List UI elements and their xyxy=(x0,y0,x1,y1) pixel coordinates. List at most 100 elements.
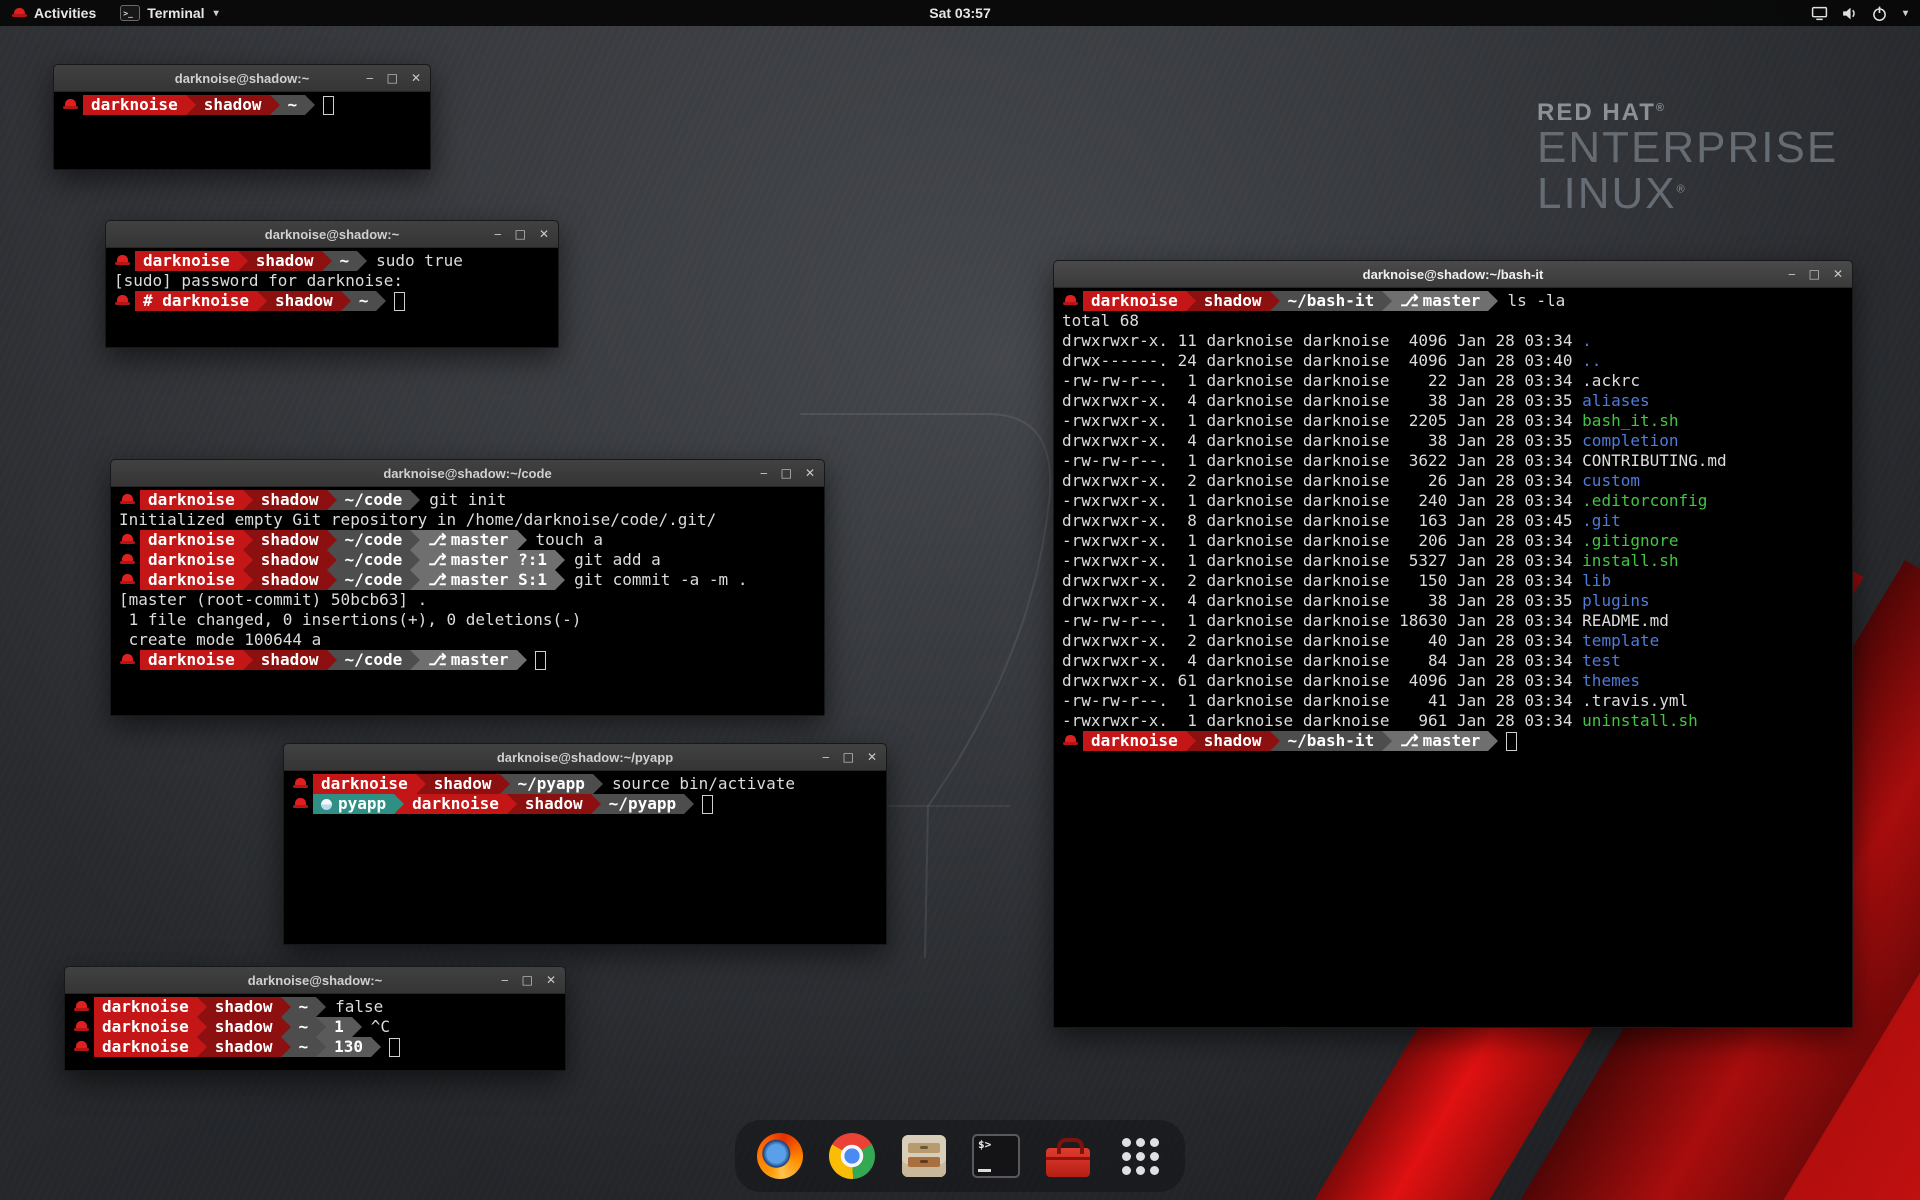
terminal-line: -rw-rw-r--. 1 darknoise darknoise 22 Jan… xyxy=(1062,371,1844,391)
terminal-line: -rw-rw-r--. 1 darknoise darknoise 3622 J… xyxy=(1062,451,1844,471)
close-button[interactable]: ✕ xyxy=(867,751,877,763)
executable-name: .editorconfig xyxy=(1582,491,1707,511)
terminal-window-exit-codes[interactable]: darknoise@shadow:~ ‒ □ ✕ darknoise shadow… xyxy=(64,966,566,1071)
clock[interactable]: Sat 03:57 xyxy=(929,0,990,26)
terminal-text xyxy=(376,291,386,311)
powerline-separator-icon xyxy=(1488,291,1498,311)
maximize-button[interactable]: □ xyxy=(843,751,854,763)
terminal-text xyxy=(1488,731,1498,751)
display-icon[interactable] xyxy=(1811,5,1828,22)
powerline-separator-icon xyxy=(316,1017,326,1037)
minimize-button[interactable]: ‒ xyxy=(494,228,502,240)
dock-item-firefox[interactable] xyxy=(753,1129,807,1183)
maximize-button[interactable]: □ xyxy=(387,72,398,84)
minimize-button[interactable]: ‒ xyxy=(501,974,509,986)
chevron-down-icon[interactable]: ▾ xyxy=(1903,8,1908,19)
window-titlebar[interactable]: darknoise@shadow:~ ‒ □ ✕ xyxy=(65,967,565,994)
git-branch-icon: ⎇ xyxy=(428,530,446,550)
maximize-button[interactable]: □ xyxy=(522,974,533,986)
command-text: git init xyxy=(429,490,506,510)
window-titlebar[interactable]: darknoise@shadow:~/bash-it ‒ □ ✕ xyxy=(1054,261,1852,288)
prompt-path-segment: ~/pyapp xyxy=(601,794,684,814)
prompt-user-segment: darknoise xyxy=(1083,291,1186,311)
directory-name: themes xyxy=(1582,671,1640,691)
dock-item-toolbox[interactable] xyxy=(1041,1129,1095,1183)
prompt-user-segment: darknoise xyxy=(140,570,243,590)
terminal-body[interactable]: darknoiseshadow~falsedarknoiseshadow~1^C… xyxy=(65,994,565,1070)
output-text: drwxrwxr-x. 2 darknoise darknoise 150 Ja… xyxy=(1062,571,1582,591)
prompt-path-segment: ~/bash-it xyxy=(1280,291,1383,311)
prompt-host-segment: shadow xyxy=(207,1017,281,1037)
window-titlebar[interactable]: darknoise@shadow:~ ‒ □ ✕ xyxy=(54,65,430,92)
minimize-button[interactable]: ‒ xyxy=(366,72,374,84)
terminal-text xyxy=(327,530,337,550)
terminal-text xyxy=(305,95,315,115)
powerline-separator-icon xyxy=(1382,731,1392,751)
terminal-text xyxy=(281,997,291,1017)
terminal-text xyxy=(243,570,253,590)
close-button[interactable]: ✕ xyxy=(1833,268,1843,280)
command-text: source bin/activate xyxy=(612,774,795,794)
terminal-body[interactable]: darknoiseshadow~/pyappsource bin/activat… xyxy=(284,771,886,944)
dock-item-terminal[interactable]: $> xyxy=(969,1129,1023,1183)
powerline-separator-icon xyxy=(238,251,248,271)
prompt-git-segment: ⎇master xyxy=(1392,291,1488,311)
terminal-line: drwxrwxr-x. 4 darknoise darknoise 38 Jan… xyxy=(1062,391,1844,411)
close-button[interactable]: ✕ xyxy=(546,974,556,986)
prompt-host-segment: shadow xyxy=(207,997,281,1017)
redhat-prompt-icon xyxy=(1063,734,1078,748)
activities-label: Activities xyxy=(34,5,96,21)
window-titlebar[interactable]: darknoise@shadow:~ ‒ □ ✕ xyxy=(106,221,558,248)
terminal-text xyxy=(507,794,517,814)
terminal-body[interactable]: darknoiseshadow~/codegit initInitialized… xyxy=(111,487,824,715)
terminal-line: drwxrwxr-x. 61 darknoise darknoise 4096 … xyxy=(1062,671,1844,691)
toolbox-icon xyxy=(1046,1148,1090,1177)
close-button[interactable]: ✕ xyxy=(539,228,549,240)
minimize-button[interactable]: ‒ xyxy=(760,467,768,479)
redhat-prompt-icon xyxy=(115,294,130,308)
maximize-button[interactable]: □ xyxy=(515,228,526,240)
chevron-down-icon: ▾ xyxy=(214,8,219,19)
volume-icon[interactable] xyxy=(1841,5,1858,22)
maximize-button[interactable]: □ xyxy=(1809,268,1820,280)
app-menu-terminal[interactable]: >_ Terminal ▾ xyxy=(108,0,230,26)
minimize-button[interactable]: ‒ xyxy=(1788,268,1796,280)
app-grid-icon xyxy=(1122,1138,1159,1175)
powerline-separator-icon xyxy=(410,530,420,550)
close-button[interactable]: ✕ xyxy=(411,72,421,84)
powerline-separator-icon xyxy=(186,95,196,115)
close-button[interactable]: ✕ xyxy=(805,467,815,479)
terminal-line: darknoiseshadow~sudo true xyxy=(114,251,550,271)
window-titlebar[interactable]: darknoise@shadow:~/pyapp ‒ □ ✕ xyxy=(284,744,886,771)
minimize-button[interactable]: ‒ xyxy=(822,751,830,763)
powerline-separator-icon xyxy=(243,570,253,590)
terminal-window-code[interactable]: darknoise@shadow:~/code ‒ □ ✕ darknoises… xyxy=(110,459,825,716)
terminal-body[interactable]: darknoiseshadow~/bash-it⎇masterls -latot… xyxy=(1054,288,1852,1027)
powerline-separator-icon xyxy=(281,1037,291,1057)
output-text: drwxrwxr-x. 4 darknoise darknoise 38 Jan… xyxy=(1062,431,1582,451)
prompt-host-segment: shadow xyxy=(248,251,322,271)
terminal-body[interactable]: darknoiseshadow~ xyxy=(54,92,430,169)
prompt-user-segment: darknoise xyxy=(94,997,197,1017)
terminal-line: -rw-rw-r--. 1 darknoise darknoise 18630 … xyxy=(1062,611,1844,631)
dock-item-app-grid[interactable] xyxy=(1113,1129,1167,1183)
activities-button[interactable]: Activities xyxy=(0,0,108,26)
output-text: -rw-rw-r--. 1 darknoise darknoise 18630 … xyxy=(1062,611,1582,631)
dock-item-chrome[interactable] xyxy=(825,1129,879,1183)
powerline-separator-icon xyxy=(243,650,253,670)
terminal-window-pyapp[interactable]: darknoise@shadow:~/pyapp ‒ □ ✕ darknoise… xyxy=(283,743,887,945)
maximize-button[interactable]: □ xyxy=(781,467,792,479)
window-titlebar[interactable]: darknoise@shadow:~/code ‒ □ ✕ xyxy=(111,460,824,487)
powerline-separator-icon xyxy=(1488,731,1498,751)
terminal-window-sudo[interactable]: darknoise@shadow:~ ‒ □ ✕ darknoiseshadow… xyxy=(105,220,559,348)
terminal-window-home-1[interactable]: darknoise@shadow:~ ‒ □ ✕ darknoiseshadow… xyxy=(53,64,431,170)
terminal-window-bash-it[interactable]: darknoise@shadow:~/bash-it ‒ □ ✕ darknoi… xyxy=(1053,260,1853,1028)
output-text: README.md xyxy=(1582,611,1669,631)
power-icon[interactable] xyxy=(1871,5,1888,22)
powerline-separator-icon xyxy=(327,530,337,550)
terminal-body[interactable]: darknoiseshadow~sudo true[sudo] password… xyxy=(106,248,558,347)
terminal-text xyxy=(357,251,367,271)
terminal-text xyxy=(316,1037,326,1057)
dock-item-file-manager[interactable] xyxy=(897,1129,951,1183)
branding-redhat: RED HAT® xyxy=(1537,100,1838,125)
